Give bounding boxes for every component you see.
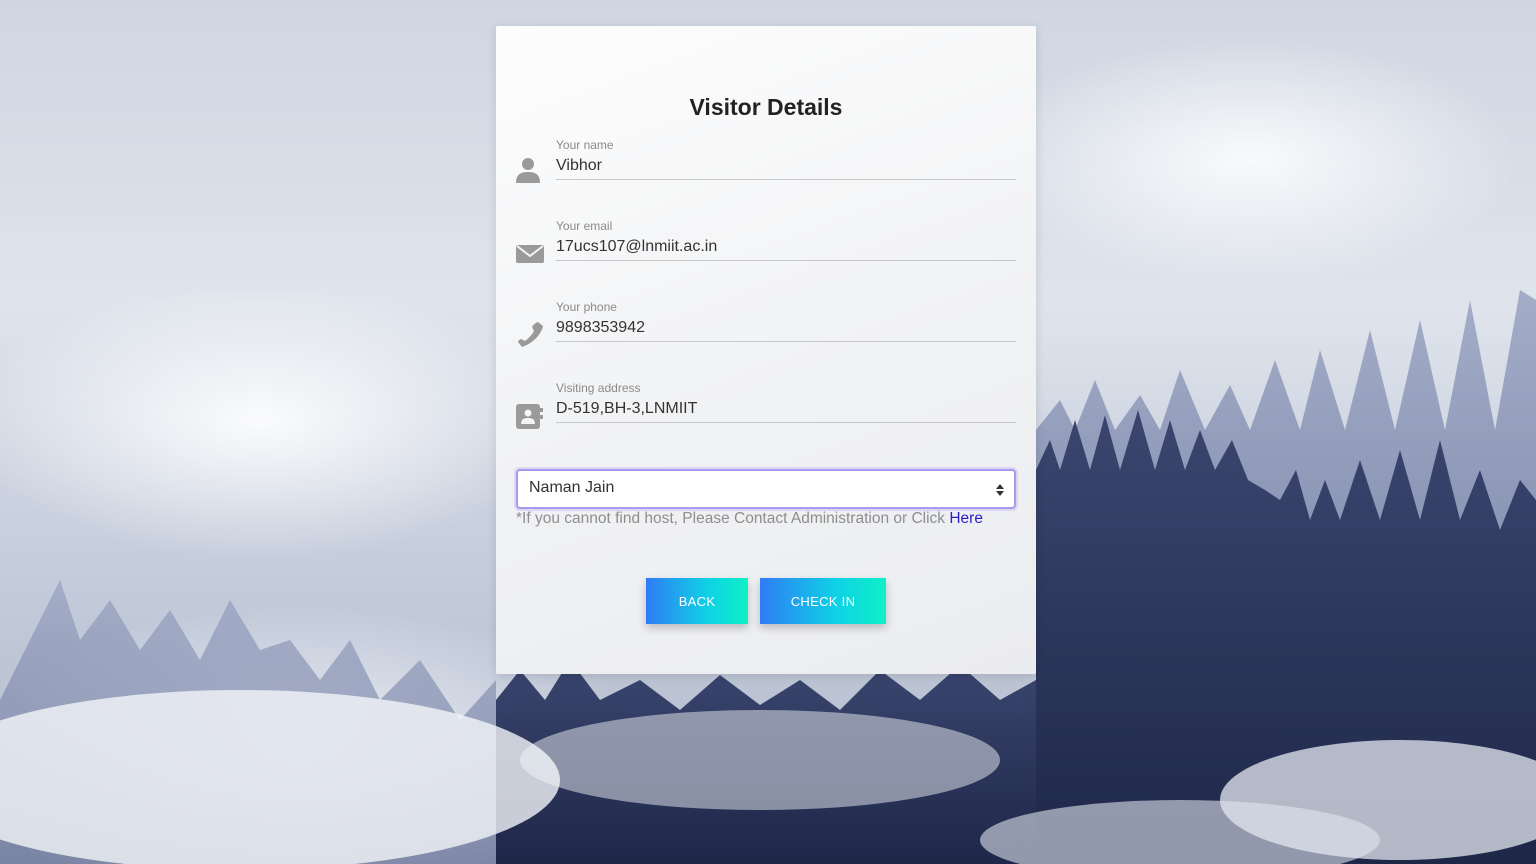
host-help-text: *If you cannot find host, Please Contact… <box>516 510 950 527</box>
name-label: Your name <box>556 138 614 152</box>
phone-underline <box>556 341 1016 342</box>
envelope-icon <box>516 237 544 267</box>
address-input[interactable]: D-519,BH-3,LNMIIT <box>556 400 697 418</box>
address-underline <box>556 422 1016 423</box>
host-select-value: Naman Jain <box>529 479 615 496</box>
person-icon <box>516 156 544 186</box>
address-label: Visiting address <box>556 381 641 395</box>
host-help-note: *If you cannot find host, Please Contact… <box>516 510 983 528</box>
select-arrows-icon <box>996 483 1004 496</box>
check-in-button[interactable]: CHECK IN <box>760 578 886 624</box>
visitor-details-card: Visitor Details Your name Vibhor Your em… <box>496 26 1036 674</box>
address-book-icon <box>516 399 544 429</box>
email-field[interactable]: Your email 17ucs107@lnmiit.ac.in <box>516 219 1016 281</box>
phone-input[interactable]: 9898353942 <box>556 319 645 337</box>
name-underline <box>556 179 1016 180</box>
address-field[interactable]: Visiting address D-519,BH-3,LNMIIT <box>516 381 1016 443</box>
name-input[interactable]: Vibhor <box>556 157 602 175</box>
name-field[interactable]: Your name Vibhor <box>516 138 1016 200</box>
phone-field[interactable]: Your phone 9898353942 <box>516 300 1016 362</box>
back-button[interactable]: BACK <box>646 578 748 624</box>
phone-icon <box>516 318 544 348</box>
page-title: Visitor Details <box>689 94 843 120</box>
phone-label: Your phone <box>556 300 617 314</box>
contact-here-link[interactable]: Here <box>949 510 983 527</box>
email-label: Your email <box>556 219 613 233</box>
email-input[interactable]: 17ucs107@lnmiit.ac.in <box>556 238 717 256</box>
email-underline <box>556 260 1016 261</box>
host-select[interactable]: Naman Jain <box>516 469 1016 509</box>
